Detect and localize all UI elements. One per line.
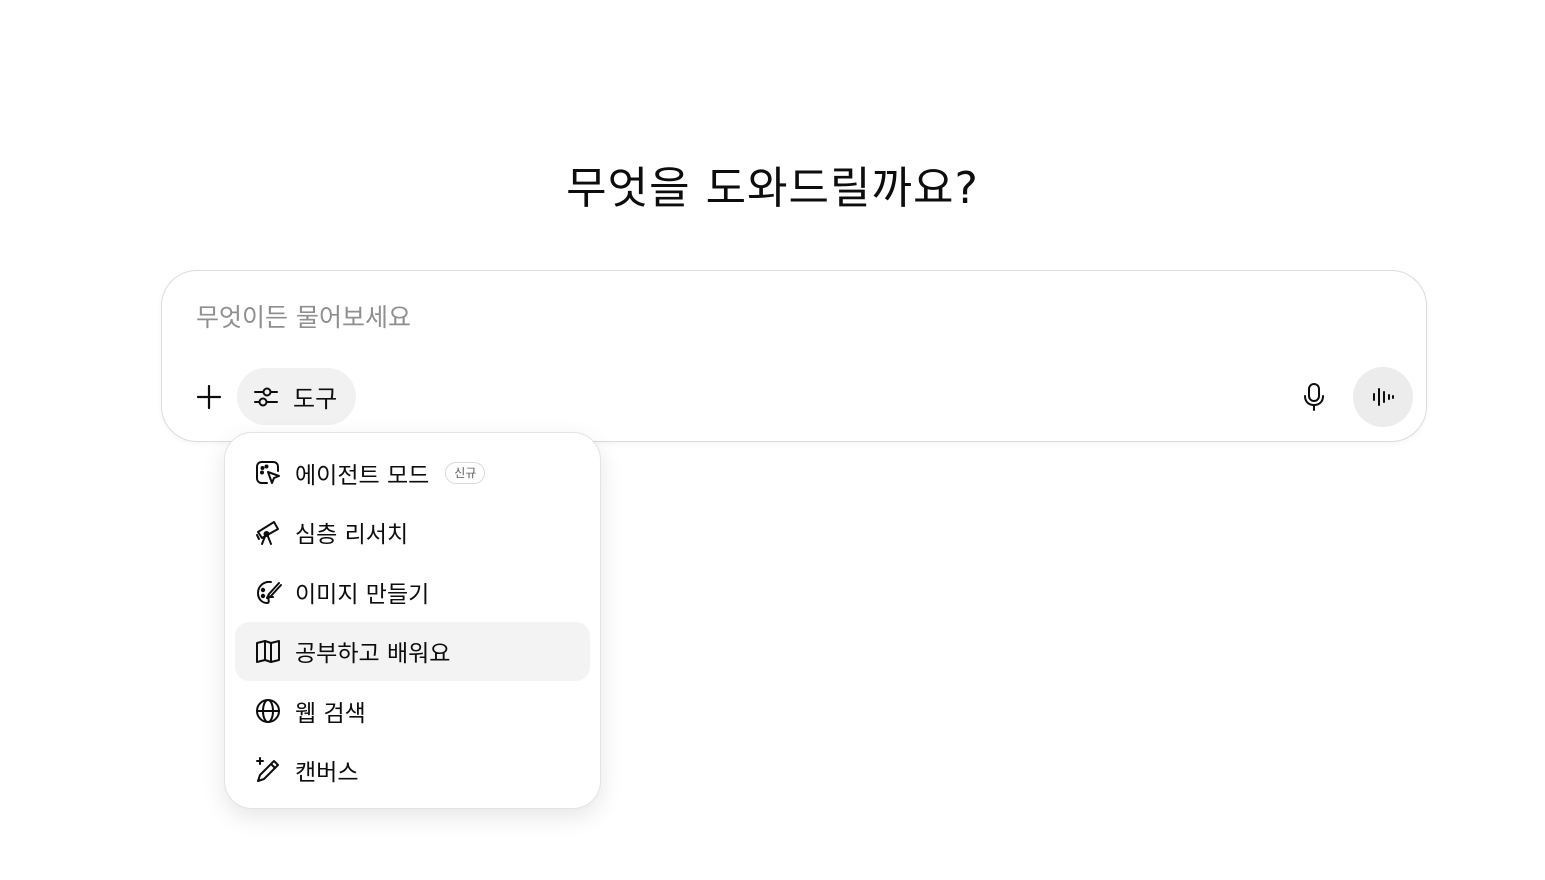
- plus-icon: [195, 383, 223, 411]
- menu-item-label: 이미지 만들기: [295, 581, 430, 608]
- menu-item-deep-research[interactable]: 심층 리서치: [235, 503, 590, 563]
- tools-button[interactable]: 도구: [237, 368, 356, 425]
- voice-waveform-icon: [1369, 383, 1397, 411]
- tools-label: 도구: [293, 385, 338, 413]
- prompt-input[interactable]: [196, 297, 1296, 337]
- composer: 도구: [161, 270, 1427, 442]
- tools-menu: 에이전트 모드 신규 심층 리서치 이미지 만들기 공부하고 배워요 웹 검색 …: [224, 432, 601, 809]
- new-badge: 신규: [445, 461, 486, 484]
- menu-item-label: 웹 검색: [295, 700, 366, 727]
- sliders-icon: [252, 383, 280, 411]
- voice-mode-button[interactable]: [1353, 367, 1413, 427]
- menu-item-label: 캔버스: [295, 760, 359, 787]
- menu-item-label: 심층 리서치: [295, 522, 409, 549]
- menu-item-web-search[interactable]: 웹 검색: [235, 681, 590, 741]
- pencil-sparkle-icon: [253, 755, 283, 785]
- book-icon: [253, 636, 283, 666]
- page-title: 무엇을 도와드릴까요?: [566, 163, 979, 214]
- menu-item-label: 에이전트 모드: [295, 462, 430, 489]
- menu-item-canvas[interactable]: 캔버스: [235, 741, 590, 801]
- dictate-button[interactable]: [1290, 369, 1338, 425]
- menu-item-create-image[interactable]: 이미지 만들기: [235, 562, 590, 622]
- menu-item-agent-mode[interactable]: 에이전트 모드 신규: [235, 443, 590, 503]
- telescope-icon: [253, 517, 283, 547]
- palette-icon: [253, 577, 283, 607]
- menu-item-label: 공부하고 배워요: [295, 641, 451, 668]
- microphone-icon: [1300, 381, 1328, 413]
- menu-item-study-and-learn[interactable]: 공부하고 배워요: [235, 621, 590, 681]
- globe-icon: [253, 696, 283, 726]
- agent-cursor-icon: [253, 458, 283, 488]
- add-attachment-button[interactable]: [186, 369, 232, 425]
